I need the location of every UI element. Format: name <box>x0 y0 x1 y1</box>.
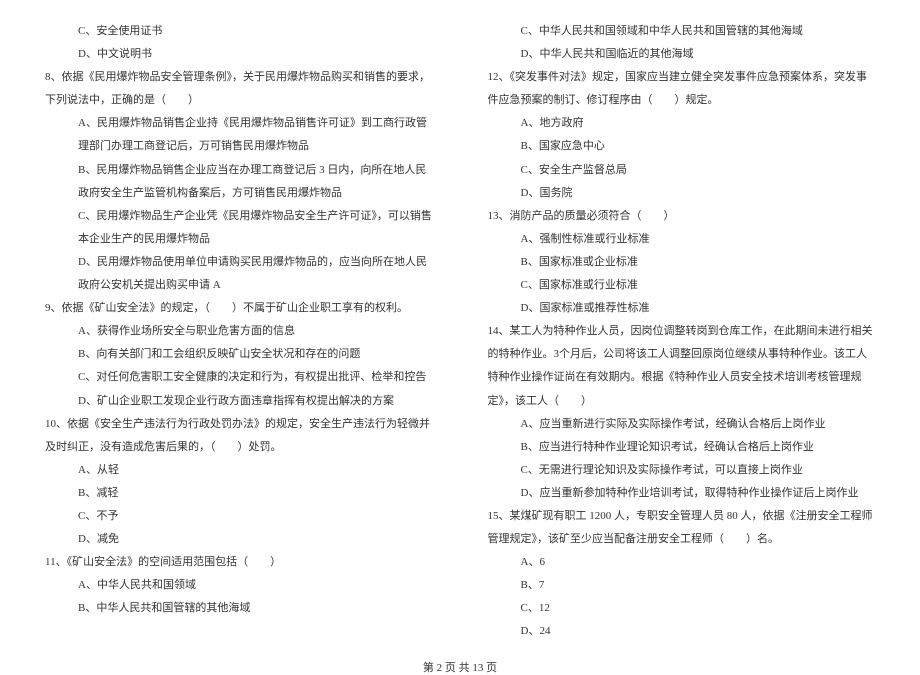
option-text: C、中华人民共和国领域和中华人民共和国管辖的其他海域 <box>488 20 876 43</box>
right-column: C、中华人民共和国领域和中华人民共和国管辖的其他海域 D、中华人民共和国临近的其… <box>488 20 876 644</box>
option-text: D、24 <box>488 620 876 643</box>
option-text: D、国务院 <box>488 182 876 205</box>
question-text: 14、某工人为特种作业人员，因岗位调整转岗到仓库工作，在此期间未进行相关的特种作… <box>488 320 876 412</box>
option-text: C、对任何危害职工安全健康的决定和行为，有权提出批评、检举和控告 <box>45 366 433 389</box>
option-text: A、6 <box>488 551 876 574</box>
option-text: A、从轻 <box>45 459 433 482</box>
page-content: C、安全使用证书 D、中文说明书 8、依据《民用爆炸物品安全管理条例》，关于民用… <box>0 0 920 654</box>
option-text: A、中华人民共和国领域 <box>45 574 433 597</box>
option-text: C、无需进行理论知识及实际操作考试，可以直接上岗作业 <box>488 459 876 482</box>
option-text: B、减轻 <box>45 482 433 505</box>
question-text: 13、消防产品的质量必须符合（ ） <box>488 205 876 228</box>
option-text: A、获得作业场所安全与职业危害方面的信息 <box>45 320 433 343</box>
option-text: C、12 <box>488 597 876 620</box>
option-text: C、民用爆炸物品生产企业凭《民用爆炸物品安全生产许可证》，可以销售本企业生产的民… <box>45 205 433 251</box>
option-text: C、国家标准或行业标准 <box>488 274 876 297</box>
option-text: D、中华人民共和国临近的其他海域 <box>488 43 876 66</box>
left-column: C、安全使用证书 D、中文说明书 8、依据《民用爆炸物品安全管理条例》，关于民用… <box>45 20 433 644</box>
option-text: C、不予 <box>45 505 433 528</box>
question-text: 15、某煤矿现有职工 1200 人，专职安全管理人员 80 人，依据《注册安全工… <box>488 505 876 551</box>
option-text: B、中华人民共和国管辖的其他海域 <box>45 597 433 620</box>
option-text: D、减免 <box>45 528 433 551</box>
question-text: 9、依据《矿山安全法》的规定，（ ）不属于矿山企业职工享有的权利。 <box>45 297 433 320</box>
option-text: D、应当重新参加特种作业培训考试，取得特种作业操作证后上岗作业 <box>488 482 876 505</box>
option-text: B、国家应急中心 <box>488 135 876 158</box>
option-text: B、应当进行特种作业理论知识考试，经确认合格后上岗作业 <box>488 436 876 459</box>
option-text: D、民用爆炸物品使用单位申请购买民用爆炸物品的，应当向所在地人民政府公安机关提出… <box>45 251 433 297</box>
option-text: D、矿山企业职工发现企业行政方面违章指挥有权提出解决的方案 <box>45 390 433 413</box>
option-text: B、向有关部门和工会组织反映矿山安全状况和存在的问题 <box>45 343 433 366</box>
option-text: D、国家标准或推荐性标准 <box>488 297 876 320</box>
option-text: A、地方政府 <box>488 112 876 135</box>
option-text: C、安全生产监督总局 <box>488 159 876 182</box>
option-text: B、国家标准或企业标准 <box>488 251 876 274</box>
question-text: 12、《突发事件对法》规定，国家应当建立健全突发事件应急预案体系，突发事件应急预… <box>488 66 876 112</box>
option-text: C、安全使用证书 <box>45 20 433 43</box>
page-footer: 第 2 页 共 13 页 <box>0 659 920 675</box>
question-text: 10、依据《安全生产违法行为行政处罚办法》的规定，安全生产违法行为轻微并及时纠正… <box>45 413 433 459</box>
option-text: A、民用爆炸物品销售企业持《民用爆炸物品销售许可证》到工商行政管理部门办理工商登… <box>45 112 433 158</box>
question-text: 8、依据《民用爆炸物品安全管理条例》，关于民用爆炸物品购买和销售的要求，下列说法… <box>45 66 433 112</box>
option-text: A、强制性标准或行业标准 <box>488 228 876 251</box>
option-text: B、7 <box>488 574 876 597</box>
option-text: A、应当重新进行实际及实际操作考试，经确认合格后上岗作业 <box>488 413 876 436</box>
option-text: B、民用爆炸物品销售企业应当在办理工商登记后 3 日内，向所在地人民政府安全生产… <box>45 159 433 205</box>
question-text: 11、《矿山安全法》的空间适用范围包括（ ） <box>45 551 433 574</box>
option-text: D、中文说明书 <box>45 43 433 66</box>
